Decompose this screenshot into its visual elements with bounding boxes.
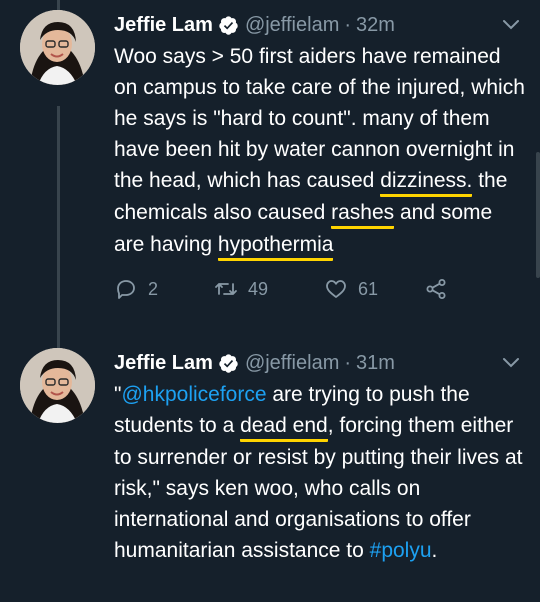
- author-handle[interactable]: @jeffielam: [245, 14, 339, 37]
- author-name[interactable]: Jeffie Lam: [114, 14, 213, 37]
- retweet-button[interactable]: 49: [214, 277, 324, 301]
- highlighted-text-dead-end: dead end: [240, 412, 328, 442]
- author-handle[interactable]: @jeffielam: [245, 352, 339, 375]
- reply-count: 2: [148, 278, 159, 299]
- text-segment: .: [431, 539, 438, 562]
- verified-badge-icon: [218, 353, 239, 374]
- tweet-text: "@hkpoliceforce are trying to push the s…: [114, 379, 528, 566]
- tweet-header: Jeffie Lam @jeffielam · 32m: [114, 10, 528, 40]
- timestamp[interactable]: 31m: [356, 352, 395, 375]
- retweet-count: 49: [248, 278, 269, 299]
- highlighted-text-hypothermia: hypothermia: [217, 231, 334, 261]
- like-button[interactable]: 61: [324, 277, 424, 301]
- chevron-down-icon[interactable]: [502, 18, 520, 32]
- highlighted-text-dizziness: dizziness.: [380, 167, 473, 197]
- like-icon: [326, 280, 346, 298]
- share-button[interactable]: [424, 277, 458, 301]
- hashtag-link[interactable]: #polyu: [370, 539, 432, 562]
- avatar[interactable]: [20, 348, 95, 423]
- verified-badge-icon: [218, 15, 239, 36]
- like-count: 61: [358, 278, 379, 299]
- tweet-actions: 2 49 61: [114, 277, 528, 301]
- share-icon: [426, 279, 446, 299]
- tweet-header: Jeffie Lam @jeffielam · 31m: [114, 348, 528, 378]
- avatar[interactable]: [20, 10, 95, 85]
- timestamp[interactable]: 32m: [356, 14, 395, 37]
- mention-link[interactable]: @hkpoliceforce: [121, 383, 266, 406]
- highlighted-text-rashes: rashes: [331, 199, 395, 229]
- thread-line-middle: [57, 106, 60, 354]
- retweet-icon: [215, 283, 237, 295]
- thread-line-top: [57, 0, 60, 10]
- reply-button[interactable]: 2: [114, 277, 214, 301]
- chevron-down-icon[interactable]: [502, 356, 520, 370]
- author-name[interactable]: Jeffie Lam: [114, 352, 213, 375]
- scrollbar[interactable]: [536, 152, 540, 278]
- separator-dot: ·: [344, 13, 352, 36]
- tweet-text: Woo says > 50 first aiders have remained…: [114, 41, 528, 261]
- reply-icon: [117, 280, 135, 299]
- separator-dot: ·: [344, 351, 352, 374]
